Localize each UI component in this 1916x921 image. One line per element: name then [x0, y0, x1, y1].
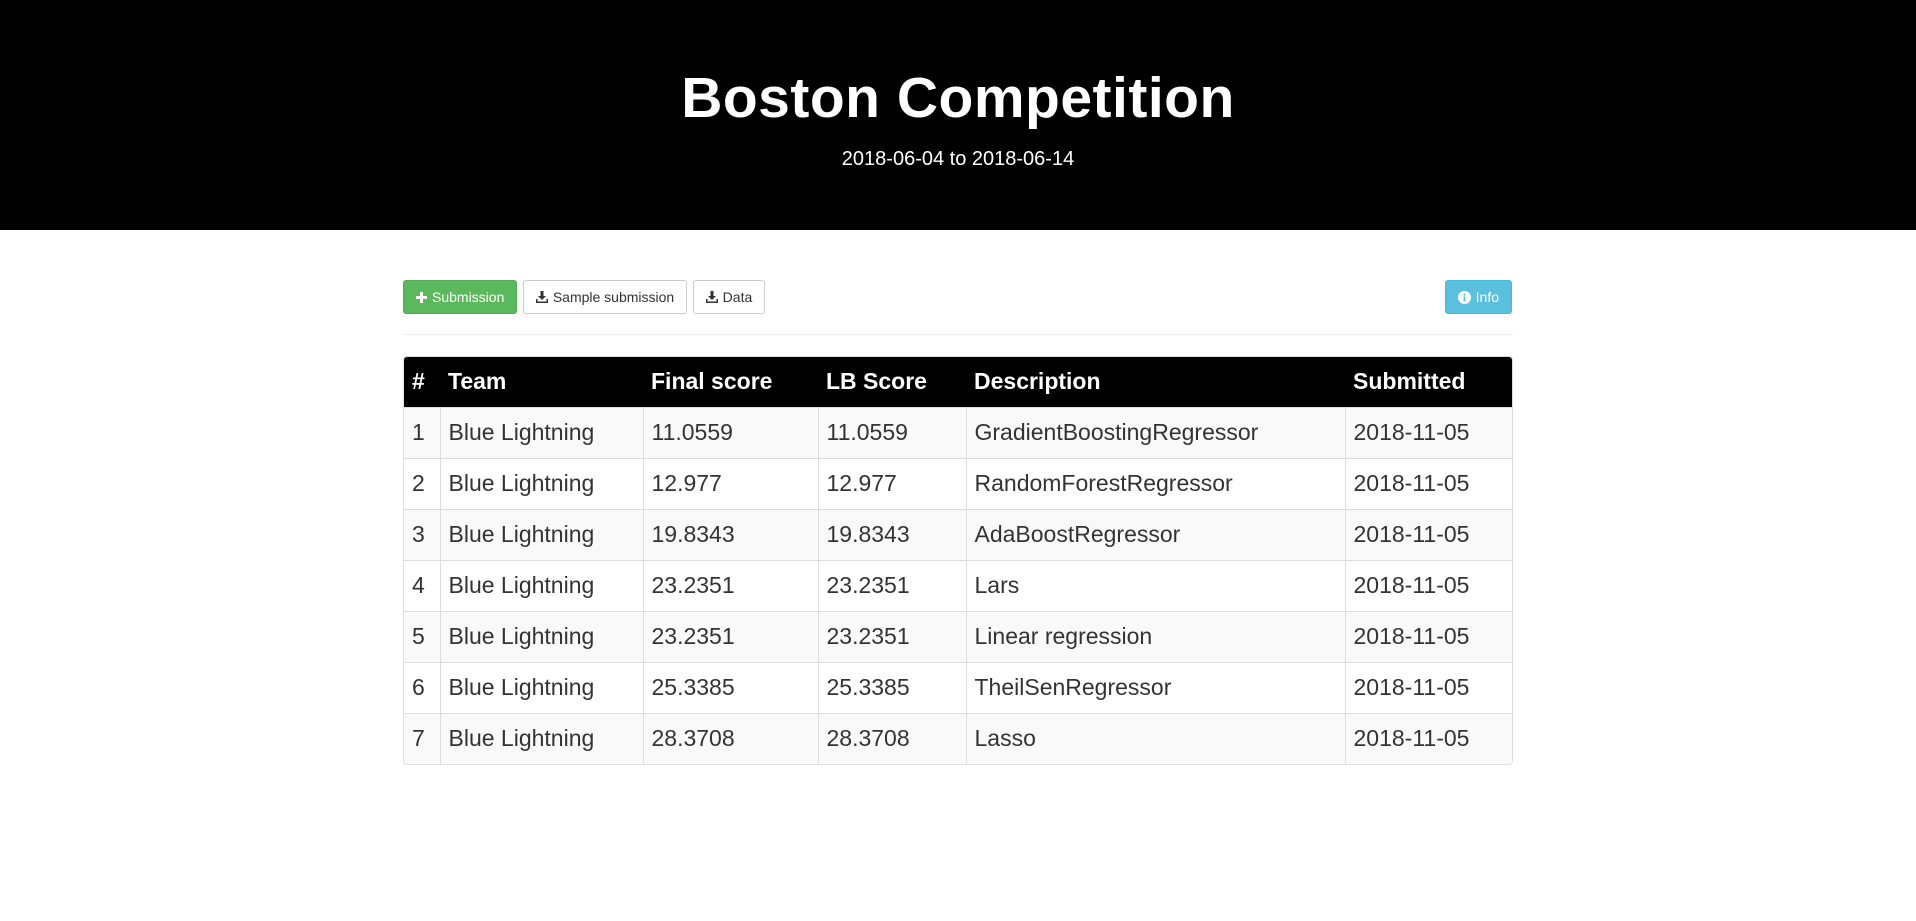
team-cell: Blue Lightning — [439, 559, 643, 611]
lb-score-cell: 28.3708 — [817, 712, 966, 764]
submitted-cell: 2018-11-05 — [1344, 661, 1512, 713]
final-score-cell: 23.2351 — [642, 610, 818, 662]
description-cell: Lars — [965, 559, 1345, 611]
final-score-cell: 19.8343 — [642, 508, 818, 560]
description-cell: TheilSenRegressor — [965, 661, 1345, 713]
table-row: 2 Blue Lightning 12.977 12.977 RandomFor… — [404, 457, 1512, 509]
rank-cell: 4 — [404, 559, 440, 611]
info-button[interactable]: Info — [1444, 280, 1512, 314]
column-header-team: Team — [440, 357, 643, 407]
final-score-cell: 25.3385 — [642, 661, 818, 713]
column-header-description: Description — [966, 357, 1345, 407]
rank-cell: 1 — [404, 406, 440, 458]
competition-header: Boston Competition 2018-06-04 to 2018-06… — [0, 0, 1916, 230]
table-header-row: # Team Final score LB Score Description … — [404, 357, 1512, 407]
description-cell: Lasso — [965, 712, 1345, 764]
data-button[interactable]: Data — [692, 280, 766, 314]
table-row: 4 Blue Lightning 23.2351 23.2351 Lars 20… — [404, 559, 1512, 611]
submission-button[interactable]: Submission — [403, 280, 518, 314]
rank-cell: 7 — [404, 712, 440, 764]
sample-submission-button[interactable]: Sample submission — [522, 280, 688, 314]
info-button-label: Info — [1475, 289, 1499, 305]
download-icon — [705, 291, 718, 303]
team-cell: Blue Lightning — [439, 406, 643, 458]
team-cell: Blue Lightning — [439, 508, 643, 560]
column-header-lb-score: LB Score — [818, 357, 966, 407]
table-row: 3 Blue Lightning 19.8343 19.8343 AdaBoos… — [404, 508, 1512, 560]
submitted-cell: 2018-11-05 — [1344, 457, 1512, 509]
team-cell: Blue Lightning — [439, 712, 643, 764]
rank-cell: 5 — [404, 610, 440, 662]
lb-score-cell: 19.8343 — [817, 508, 966, 560]
rank-cell: 3 — [404, 508, 440, 560]
lb-score-cell: 11.0559 — [817, 406, 966, 458]
column-header-submitted: Submitted — [1345, 357, 1512, 407]
column-header-rank: # — [404, 357, 440, 407]
submitted-cell: 2018-11-05 — [1344, 610, 1512, 662]
lb-score-cell: 12.977 — [817, 457, 966, 509]
sample-submission-button-label: Sample submission — [552, 289, 675, 305]
main-content: Submission Sample submission Data Info #… — [403, 280, 1513, 765]
table-row: 5 Blue Lightning 23.2351 23.2351 Linear … — [404, 610, 1512, 662]
rank-cell: 2 — [404, 457, 440, 509]
final-score-cell: 23.2351 — [642, 559, 818, 611]
table-row: 7 Blue Lightning 28.3708 28.3708 Lasso 2… — [404, 712, 1512, 764]
description-cell: Linear regression — [965, 610, 1345, 662]
final-score-cell: 12.977 — [642, 457, 818, 509]
description-cell: GradientBoostingRegressor — [965, 406, 1345, 458]
data-button-label: Data — [722, 289, 753, 305]
submitted-cell: 2018-11-05 — [1344, 508, 1512, 560]
submitted-cell: 2018-11-05 — [1344, 712, 1512, 764]
lb-score-cell: 25.3385 — [817, 661, 966, 713]
competition-dates: 2018-06-04 to 2018-06-14 — [841, 148, 1075, 170]
download-icon — [535, 291, 548, 303]
table-row: 6 Blue Lightning 25.3385 25.3385 TheilSe… — [404, 661, 1512, 713]
team-cell: Blue Lightning — [439, 661, 643, 713]
team-cell: Blue Lightning — [439, 457, 643, 509]
rank-cell: 6 — [404, 661, 440, 713]
description-cell: AdaBoostRegressor — [965, 508, 1345, 560]
leaderboard-table: # Team Final score LB Score Description … — [404, 357, 1512, 764]
table-row: 1 Blue Lightning 11.0559 11.0559 Gradien… — [404, 406, 1512, 458]
info-circle-icon — [1457, 290, 1471, 304]
page-title: Boston Competition — [681, 66, 1235, 130]
toolbar: Submission Sample submission Data Info — [403, 280, 1513, 335]
column-header-final-score: Final score — [643, 357, 818, 407]
submitted-cell: 2018-11-05 — [1344, 559, 1512, 611]
team-cell: Blue Lightning — [439, 610, 643, 662]
submitted-cell: 2018-11-05 — [1344, 406, 1512, 458]
description-cell: RandomForestRegressor — [965, 457, 1345, 509]
final-score-cell: 28.3708 — [642, 712, 818, 764]
leaderboard-table-wrapper: # Team Final score LB Score Description … — [403, 356, 1513, 765]
lb-score-cell: 23.2351 — [817, 610, 966, 662]
final-score-cell: 11.0559 — [642, 406, 818, 458]
plus-icon — [416, 291, 427, 303]
lb-score-cell: 23.2351 — [817, 559, 966, 611]
submission-button-label: Submission — [432, 289, 505, 305]
